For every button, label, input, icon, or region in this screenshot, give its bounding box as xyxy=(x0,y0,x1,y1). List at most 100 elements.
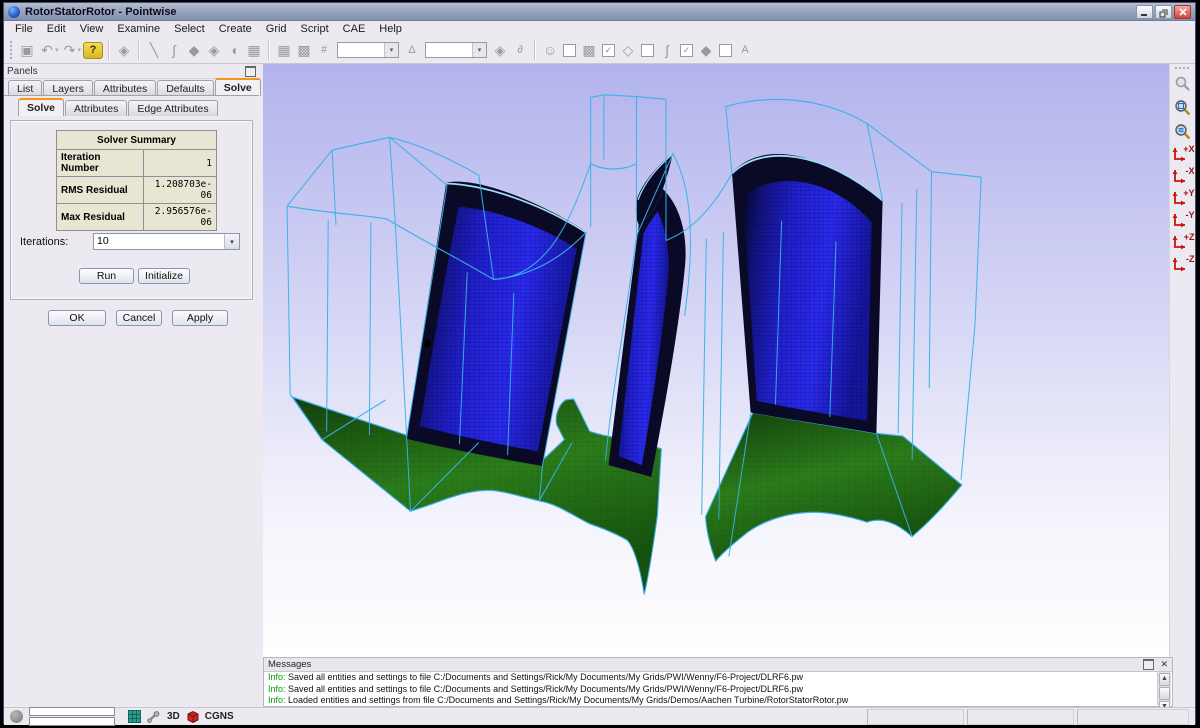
run-button[interactable]: Run xyxy=(79,268,134,284)
unstructured-grid-icon[interactable]: ▩ xyxy=(295,41,313,59)
mask-block-checkbox[interactable]: ✓ xyxy=(602,44,615,57)
spacing-combobox-arrow[interactable]: ▾ xyxy=(472,43,486,57)
messages-float-icon[interactable] xyxy=(1143,659,1154,670)
apply-button[interactable]: Apply xyxy=(172,310,228,326)
cae-solver-label: CGNS xyxy=(205,711,234,722)
dimension-combobox-arrow[interactable]: ▾ xyxy=(384,43,398,57)
initialize-button[interactable]: Initialize xyxy=(138,268,190,284)
view-toolbar-grip[interactable] xyxy=(1174,66,1191,71)
ok-button[interactable]: OK xyxy=(48,310,106,326)
view-minus-x-button[interactable]: -X xyxy=(1171,166,1195,187)
log-level: Info: xyxy=(268,695,286,705)
tab-defaults[interactable]: Defaults xyxy=(157,80,214,96)
iterations-label: Iterations: xyxy=(20,236,68,248)
close-button[interactable] xyxy=(1174,5,1191,19)
pointwise-globe-icon xyxy=(8,6,20,18)
messages-log[interactable]: Info: Saved all entities and settings to… xyxy=(265,672,1158,705)
dimension-combobox[interactable]: ▾ xyxy=(337,42,399,58)
create-domain-icon[interactable]: ◆ xyxy=(185,41,203,59)
menu-view[interactable]: View xyxy=(73,22,111,36)
dimension-combobox-value xyxy=(338,43,384,57)
mask-database-checkbox[interactable] xyxy=(563,44,576,57)
menu-help[interactable]: Help xyxy=(372,22,409,36)
dock-float-icon[interactable] xyxy=(245,66,256,77)
zoom-fit-icon[interactable] xyxy=(1172,121,1194,143)
partial-derivative-icon[interactable]: ∂ xyxy=(511,41,529,59)
layer-assign-icon[interactable]: ◈ xyxy=(491,41,509,59)
mask-block-icon[interactable]: ▩ xyxy=(580,41,598,59)
zoom-icon[interactable] xyxy=(1172,73,1194,95)
menu-edit[interactable]: Edit xyxy=(40,22,73,36)
axis-label: -Z xyxy=(1186,254,1195,264)
menu-create[interactable]: Create xyxy=(212,22,259,36)
log-line: Info: Saved all entities and settings to… xyxy=(268,672,1158,684)
undo-dropdown-icon[interactable]: ▾ xyxy=(55,46,59,54)
create-block-icon[interactable]: ▦ xyxy=(245,41,263,59)
zoom-box-icon[interactable] xyxy=(1172,97,1194,119)
menu-select[interactable]: Select xyxy=(167,22,212,36)
spacing-delta-icon[interactable]: Δ xyxy=(403,41,421,59)
create-domain-grid-icon[interactable]: ◈ xyxy=(205,41,223,59)
save-icon[interactable]: ▣ xyxy=(18,41,36,59)
create-unstructured-icon[interactable]: ◖ xyxy=(225,41,243,59)
menu-examine[interactable]: Examine xyxy=(110,22,167,36)
mask-spacing-checkbox[interactable] xyxy=(719,44,732,57)
dimension-hash-icon[interactable]: # xyxy=(315,41,333,59)
scroll-up-icon[interactable]: ▲ xyxy=(1159,673,1170,686)
help-icon[interactable]: ? xyxy=(83,42,103,59)
view-plus-x-button[interactable]: +X xyxy=(1171,144,1195,165)
iterations-dropdown-arrow[interactable]: ▾ xyxy=(224,234,239,249)
mask-domain-checkbox[interactable] xyxy=(641,44,654,57)
messages-scrollbar[interactable]: ▲ ▼ xyxy=(1157,672,1171,705)
mask-spacing-icon[interactable]: ◆ xyxy=(697,41,715,59)
subtab-attributes[interactable]: Attributes xyxy=(65,100,127,116)
log-line: Info: Saved all entities and settings to… xyxy=(268,684,1158,696)
messages-panel: Messages ✕ Info: Saved all entities and … xyxy=(263,657,1173,707)
grid-mode-icon[interactable] xyxy=(128,710,141,723)
mask-domain-icon[interactable]: ◇ xyxy=(619,41,637,59)
tool-wrench-icon[interactable] xyxy=(147,711,161,723)
tab-list[interactable]: List xyxy=(8,80,42,96)
mask-connector-icon[interactable]: ʃ xyxy=(658,41,676,59)
window-title: RotorStatorRotor - Pointwise xyxy=(25,6,1136,18)
messages-close-icon[interactable]: ✕ xyxy=(1160,660,1168,669)
status-indicator-icon xyxy=(10,710,23,723)
iterations-combobox[interactable]: 10 ▾ xyxy=(93,233,240,250)
messages-title: Messages xyxy=(268,659,311,670)
view-minus-y-button[interactable]: -Y xyxy=(1171,210,1195,231)
viewport-3d[interactable] xyxy=(263,64,1173,657)
menu-grid[interactable]: Grid xyxy=(259,22,294,36)
view-minus-z-button[interactable]: -Z xyxy=(1171,254,1195,275)
tab-layers[interactable]: Layers xyxy=(43,80,93,96)
menu-cae[interactable]: CAE xyxy=(336,22,373,36)
view-plus-z-button[interactable]: +Z xyxy=(1171,232,1195,253)
main-toolbar: ▣ ↶ ▾ ↷ ▾ ? ◈ ╲ ʃ ◆ ◈ ◖ ▦ ▦ ▩ # ▾ Δ ▾ ◈ … xyxy=(4,37,1195,64)
menu-file[interactable]: File xyxy=(8,22,40,36)
menu-script[interactable]: Script xyxy=(294,22,336,36)
subtab-edge-attributes[interactable]: Edge Attributes xyxy=(128,100,217,116)
minimize-button[interactable] xyxy=(1136,5,1153,19)
structured-grid-icon[interactable]: ▦ xyxy=(275,41,293,59)
view-plus-y-button[interactable]: +Y xyxy=(1171,188,1195,209)
create-curve-icon[interactable]: ʃ xyxy=(165,41,183,59)
tab-solve[interactable]: Solve xyxy=(215,78,261,96)
title-bar[interactable]: RotorStatorRotor - Pointwise xyxy=(4,3,1195,21)
status-field-top xyxy=(29,707,115,716)
panels-dock-header: Panels xyxy=(4,64,259,79)
cancel-button[interactable]: Cancel xyxy=(116,310,162,326)
mask-connector-checkbox[interactable]: ✓ xyxy=(680,44,693,57)
selection-point[interactable] xyxy=(424,340,431,348)
spacing-combobox[interactable]: ▾ xyxy=(425,42,487,58)
redo-dropdown-icon[interactable]: ▾ xyxy=(78,46,82,54)
layers-icon[interactable]: ◈ xyxy=(115,41,133,59)
subtab-solve[interactable]: Solve xyxy=(18,98,64,116)
undo-icon[interactable]: ↶ xyxy=(38,41,56,59)
tab-attributes[interactable]: Attributes xyxy=(94,80,156,96)
toolbar-grip[interactable] xyxy=(9,40,14,60)
create-connector-icon[interactable]: ╲ xyxy=(145,41,163,59)
mask-note-icon[interactable]: A xyxy=(736,41,754,59)
mask-database-icon[interactable]: ☺ xyxy=(541,41,559,59)
redo-icon[interactable]: ↷ xyxy=(61,41,79,59)
restore-button[interactable] xyxy=(1155,5,1172,19)
scrollbar-thumb[interactable] xyxy=(1159,687,1170,700)
